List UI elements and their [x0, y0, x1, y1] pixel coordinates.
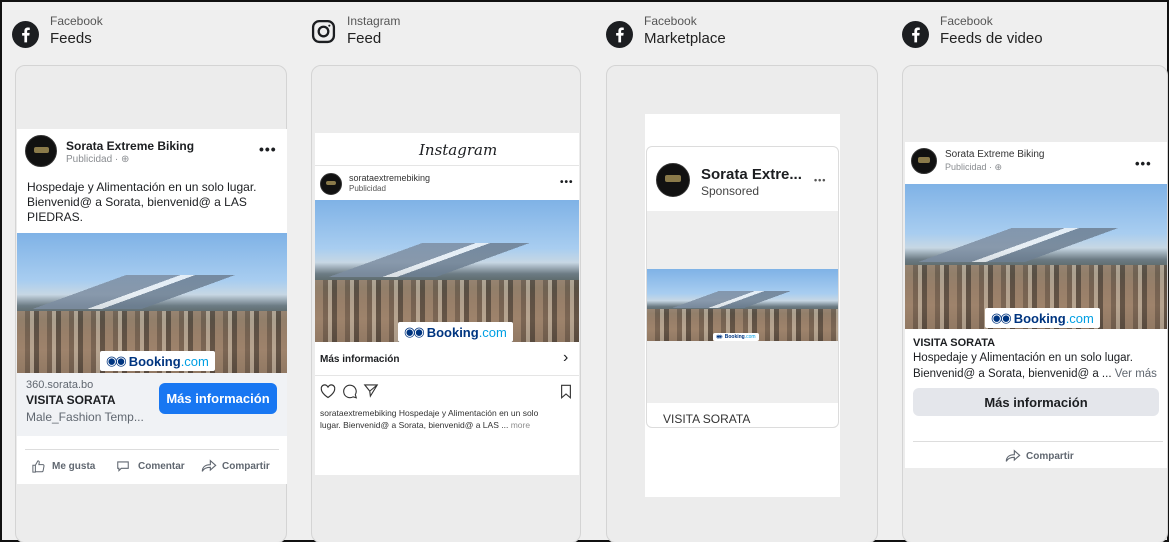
- more-options-icon[interactable]: •••: [259, 141, 277, 157]
- ad-headline: VISITA SORATA: [26, 393, 116, 407]
- column-facebook-video-feeds: Facebook Feeds de video Sorata Extreme B…: [892, 2, 1169, 542]
- more-link[interactable]: more: [511, 420, 530, 430]
- divider: [315, 165, 579, 166]
- column-facebook-marketplace: Facebook Marketplace Sorata Extre... Spo…: [596, 2, 878, 542]
- globe-icon: ⊕: [994, 162, 1003, 172]
- caption-line: lugar. Bienvenid@ a Sorata, bienvenid@ a…: [320, 420, 531, 430]
- booking-logo: ◉◉ Booking .com: [985, 308, 1100, 328]
- preview-panel: Sorata Extreme Biking Publicidad · ⊕ •••…: [15, 65, 287, 542]
- ad-body-line: Hospedaje y Alimentación en un solo luga…: [913, 352, 1133, 364]
- ad-headline: VISITA SORATA: [913, 337, 996, 349]
- instagram-icon: [311, 19, 338, 46]
- page-name[interactable]: Sorata Extreme Biking: [945, 149, 1045, 160]
- ad-body-line: Bienvenid@ a Sorata, bienvenid@ a LAS: [27, 195, 247, 209]
- divider: [25, 449, 279, 450]
- placement-label: Marketplace: [644, 30, 726, 47]
- ad-headline: VISITA SORATA: [663, 412, 751, 426]
- share-button[interactable]: Compartir: [1005, 449, 1074, 463]
- send-icon[interactable]: [363, 383, 379, 398]
- ad-body-line: PIEDRAS.: [27, 210, 84, 224]
- page-name: Sorata Extre...: [701, 166, 802, 183]
- ad-video-thumbnail[interactable]: ◉◉ Booking .com: [905, 184, 1167, 329]
- ad-image[interactable]: ◉◉ Booking .com: [315, 200, 579, 342]
- caption-line: sorataextremebiking Hospedaje y Alimenta…: [320, 408, 539, 418]
- page-name[interactable]: Sorata Extreme Biking: [66, 139, 194, 153]
- learn-more-button[interactable]: Más información: [913, 388, 1159, 416]
- thumbs-up-icon: [31, 459, 46, 474]
- see-more-link[interactable]: Ver más: [1115, 368, 1157, 380]
- more-options-icon[interactable]: •••: [814, 175, 826, 185]
- sponsored-label: Publicidad · ⊕: [945, 162, 1003, 172]
- facebook-icon: [606, 21, 633, 48]
- sponsored-label: Publicidad: [349, 184, 386, 193]
- placement-label: Feeds de video: [940, 30, 1043, 47]
- sponsored-label: Publicidad · ⊕: [66, 154, 130, 165]
- share-icon: [201, 459, 217, 473]
- comment-button[interactable]: Comentar: [116, 459, 185, 473]
- share-button[interactable]: Compartir: [201, 459, 270, 473]
- column-instagram-feed: Instagram Feed Instagram sorataextremebi…: [299, 2, 581, 542]
- link-domain: 360.sorata.bo: [26, 379, 94, 391]
- booking-logo: ◉◉ Booking .com: [100, 351, 215, 371]
- marketplace-screen: Sorata Extre... Sponsored ••• ◉◉ Booking.…: [645, 114, 840, 497]
- avatar: [25, 135, 57, 167]
- share-icon: [1005, 449, 1021, 463]
- ad-image[interactable]: ◉◉ Booking .com: [17, 233, 287, 373]
- platform-label: Facebook: [50, 14, 103, 28]
- cta-bar[interactable]: Más información ›: [315, 342, 579, 376]
- instagram-feed-ad-card: Instagram sorataextremebiking Publicidad…: [315, 133, 579, 475]
- avatar: [911, 148, 937, 174]
- booking-logo: ◉◉ Booking .com: [713, 333, 759, 341]
- column-facebook-feeds: Facebook Feeds Sorata Extreme Biking Pub…: [2, 2, 287, 542]
- more-options-icon[interactable]: •••: [1135, 156, 1152, 171]
- facebook-feed-ad-card: Sorata Extreme Biking Publicidad · ⊕ •••…: [17, 129, 287, 484]
- account-handle[interactable]: sorataextremebiking: [349, 173, 430, 183]
- ad-image: ◉◉ Booking .com: [647, 269, 838, 341]
- facebook-icon: [12, 21, 39, 48]
- learn-more-button[interactable]: Más información: [159, 383, 277, 414]
- preview-panel: Sorata Extre... Sponsored ••• ◉◉ Booking.…: [606, 65, 878, 542]
- heart-icon[interactable]: [320, 384, 336, 399]
- placement-label: Feeds: [50, 30, 92, 47]
- ad-preview-canvas: Facebook Feeds Sorata Extreme Biking Pub…: [0, 0, 1169, 542]
- chevron-right-icon: ›: [563, 349, 569, 366]
- preview-panel: Sorata Extreme Biking Publicidad · ⊕ •••…: [902, 65, 1168, 542]
- more-options-icon[interactable]: •••: [560, 177, 574, 188]
- like-button[interactable]: Me gusta: [31, 459, 95, 474]
- globe-icon: ⊕: [121, 154, 130, 165]
- comment-icon: [116, 459, 130, 473]
- learn-more-link: Más información: [320, 354, 400, 365]
- facebook-icon: [902, 21, 929, 48]
- ad-body-line: Bienvenid@ a Sorata, bienvenid@ a ... Ve…: [913, 368, 1157, 380]
- platform-label: Instagram: [347, 14, 401, 28]
- platform-label: Facebook: [940, 14, 993, 28]
- placement-label: Feed: [347, 30, 382, 47]
- avatar: [320, 173, 342, 195]
- image-area: ◉◉ Booking .com: [647, 211, 838, 403]
- ad-description: Male_Fashion Temp...: [26, 410, 144, 424]
- facebook-video-ad-card: Sorata Extreme Biking Publicidad · ⊕ •••…: [905, 142, 1167, 468]
- instagram-logo: Instagram: [419, 141, 498, 159]
- ad-body-line: Hospedaje y Alimentación en un solo luga…: [27, 180, 257, 194]
- marketplace-ad-card[interactable]: Sorata Extre... Sponsored ••• ◉◉ Booking.…: [646, 146, 839, 428]
- link-preview[interactable]: 360.sorata.bo VISITA SORATA Male_Fashion…: [17, 373, 287, 436]
- booking-logo: ◉◉ Booking .com: [398, 322, 513, 342]
- avatar: [656, 163, 690, 197]
- sponsored-label: Sponsored: [701, 184, 760, 198]
- divider: [913, 441, 1163, 442]
- bookmark-icon[interactable]: [560, 384, 572, 399]
- comment-icon[interactable]: [342, 384, 358, 399]
- platform-label: Facebook: [644, 14, 697, 28]
- preview-panel: Instagram sorataextremebiking Publicidad…: [311, 65, 581, 542]
